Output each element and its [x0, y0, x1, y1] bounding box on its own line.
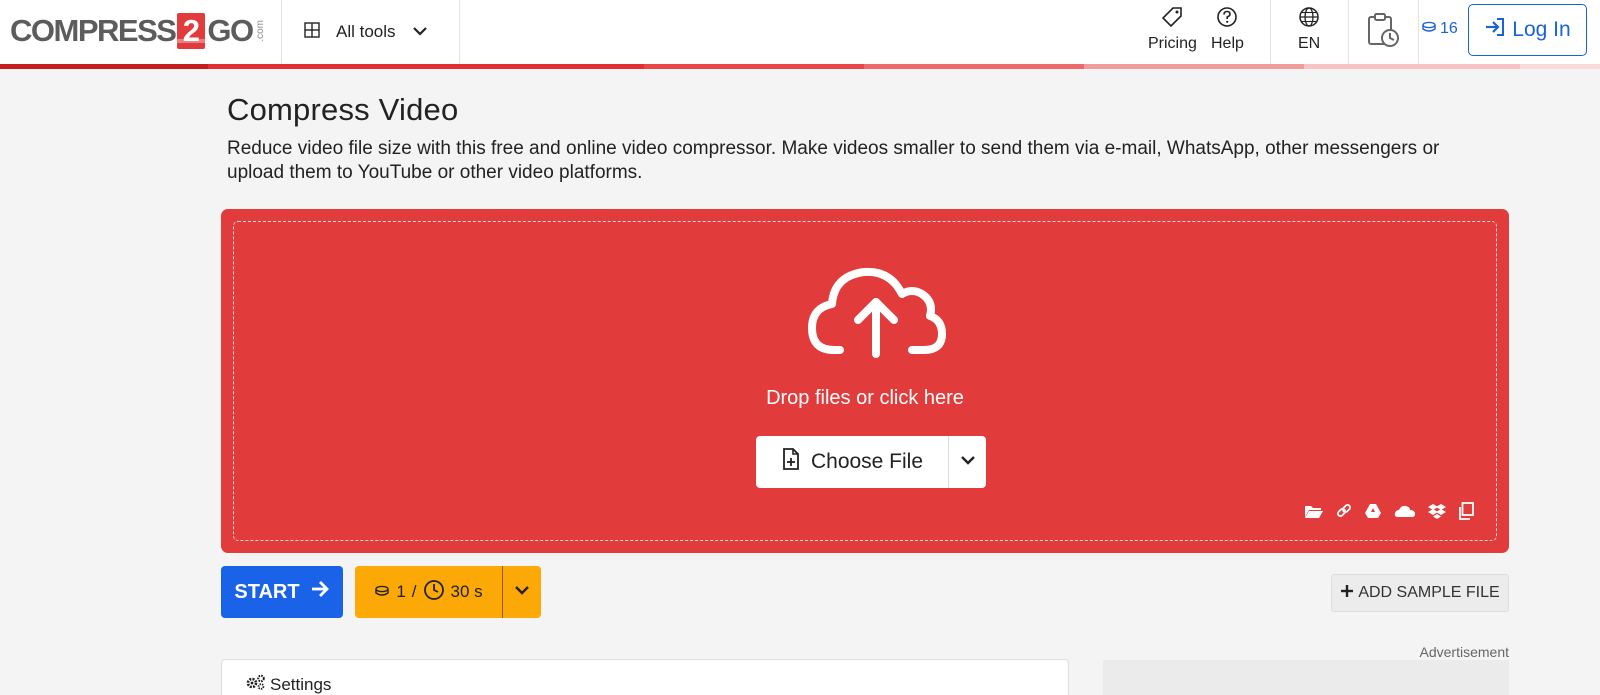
add-sample-label: ADD SAMPLE FILE: [1358, 584, 1500, 601]
credits-counter[interactable]: 16: [1421, 20, 1458, 38]
plus-icon: [1340, 584, 1354, 603]
page-title: Compress Video: [227, 92, 459, 127]
chevron-down-icon: [412, 22, 428, 42]
credits-count: 16: [1440, 20, 1458, 37]
help-link[interactable]: Help: [1211, 6, 1244, 53]
clipboard-clock-icon: [1366, 12, 1400, 55]
pricing-label: Pricing: [1148, 35, 1197, 52]
file-plus-icon: [781, 448, 801, 476]
upload-source-icons: [1304, 502, 1474, 520]
pricing-link[interactable]: Pricing: [1148, 6, 1197, 53]
settings-panel: Settings: [221, 659, 1069, 695]
settings-label: Settings: [270, 674, 332, 694]
onedrive-icon[interactable]: [1394, 504, 1416, 518]
choose-file-button[interactable]: Choose File: [756, 436, 949, 488]
header-divider: [1270, 0, 1271, 64]
grid-icon: [304, 21, 320, 43]
google-drive-icon[interactable]: [1364, 503, 1382, 519]
credit-cost: 1: [396, 582, 406, 601]
cost-separator: /: [411, 582, 417, 601]
header-divider: [1418, 0, 1419, 64]
cost-dropdown-toggle[interactable]: [503, 566, 541, 618]
advertisement-label: Advertisement: [1419, 644, 1509, 660]
conversion-cost-info: 1 / 30 s: [355, 566, 503, 618]
link-icon[interactable]: [1336, 503, 1352, 519]
language-selector[interactable]: EN: [1298, 6, 1320, 53]
page-description: Reduce video file size with this free an…: [227, 138, 1440, 183]
clock-icon: [423, 579, 445, 606]
help-label: Help: [1211, 35, 1244, 52]
settings-header[interactable]: Settings: [246, 674, 331, 695]
top-header: COMPRESS 2 GO .com All tools Pricing Hel…: [0, 0, 1600, 64]
chevron-down-icon: [960, 453, 976, 471]
clipboard-icon[interactable]: [1458, 502, 1474, 520]
time-cost: 30 s: [450, 582, 483, 601]
header-divider: [1348, 0, 1349, 64]
choose-file-label: Choose File: [810, 450, 924, 473]
file-dropzone[interactable]: Drop files or click here Choose File: [221, 209, 1509, 553]
logo-text-right: GO: [207, 13, 254, 48]
dropzone-border: Drop files or click here Choose File: [233, 221, 1497, 541]
start-button[interactable]: START: [221, 566, 343, 618]
compress2go-logo[interactable]: COMPRESS 2 GO .com: [10, 12, 266, 50]
sign-in-icon: [1484, 17, 1506, 43]
choose-file-group: Choose File: [756, 436, 986, 488]
all-tools-menu[interactable]: All tools: [304, 18, 428, 46]
tag-icon: [1161, 6, 1183, 35]
language-label: EN: [1298, 35, 1321, 52]
choose-file-dropdown[interactable]: [949, 436, 986, 488]
all-tools-label: All tools: [336, 22, 396, 41]
conversion-cost-button[interactable]: 1 / 30 s: [355, 566, 541, 618]
header-divider: [459, 0, 460, 64]
folder-icon[interactable]: [1304, 503, 1324, 519]
drop-files-text: Drop files or click here: [766, 387, 964, 409]
login-label: Log In: [1512, 18, 1571, 41]
history-button[interactable]: [1366, 12, 1400, 55]
header-color-bar: [0, 64, 1600, 69]
chevron-down-icon: [514, 583, 530, 601]
gears-icon: [246, 674, 266, 695]
advertisement-slot: [1103, 660, 1509, 695]
cloud-upload-icon: [806, 262, 946, 363]
coins-icon: [1421, 20, 1437, 38]
dropbox-icon[interactable]: [1428, 503, 1446, 519]
logo-text-left: COMPRESS: [10, 13, 177, 48]
add-sample-file-button[interactable]: ADD SAMPLE FILE: [1331, 574, 1509, 612]
start-label: START: [234, 580, 300, 603]
globe-icon: [1298, 6, 1320, 35]
logo-suffix: .com: [254, 20, 266, 42]
coins-icon: [374, 582, 390, 602]
arrow-right-icon: [310, 580, 330, 604]
login-button[interactable]: Log In: [1468, 4, 1587, 56]
question-icon: [1216, 6, 1238, 35]
logo-badge: 2: [177, 13, 206, 49]
header-divider: [281, 0, 282, 64]
